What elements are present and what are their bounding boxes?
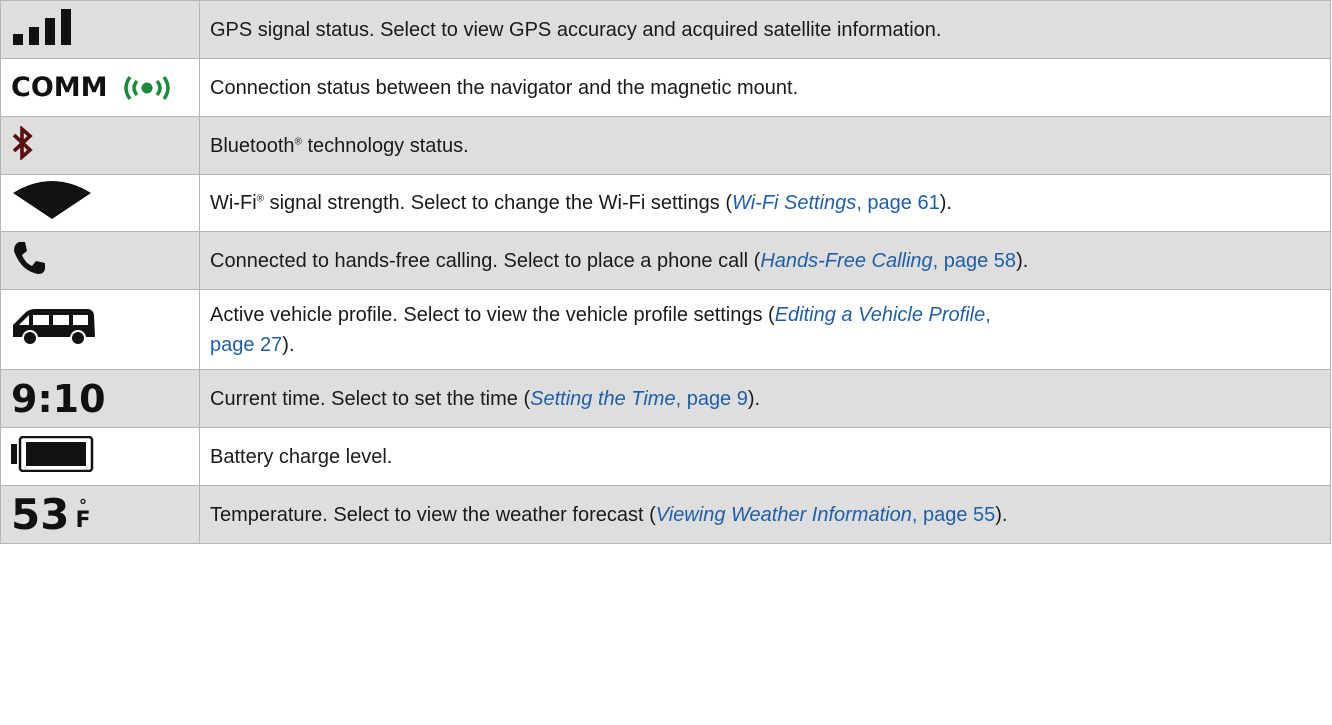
time-display: 9:10 bbox=[11, 376, 106, 421]
text-segment: Active vehicle profile. Select to view t… bbox=[210, 303, 775, 326]
link-title: Hands-Free Calling bbox=[760, 249, 933, 272]
cross-reference-link[interactable]: Setting the Time, page 9 bbox=[530, 388, 748, 410]
text-segment: Connected to hands-free calling. Select … bbox=[210, 249, 761, 272]
text-segment: Bluetooth bbox=[210, 134, 295, 157]
description-cell: Wi-Fi® signal strength. Select to change… bbox=[200, 175, 1331, 231]
link-title: Viewing Weather Information bbox=[655, 503, 912, 526]
icon-cell bbox=[0, 428, 200, 485]
table-row: 53 ° F Temperature. Select to view the w… bbox=[0, 486, 1331, 544]
table-row: Wi-Fi® signal strength. Select to change… bbox=[0, 175, 1331, 232]
text-segment: ). bbox=[282, 333, 295, 356]
link-title: Wi-Fi Settings bbox=[732, 192, 857, 214]
link-page: , page 58 bbox=[932, 249, 1017, 272]
cross-reference-link[interactable]: Wi-Fi Settings, page 61 bbox=[732, 192, 940, 214]
text-segment: Current time. Select to set the time ( bbox=[210, 387, 531, 410]
fahrenheit-symbol: F bbox=[75, 507, 91, 533]
registered-mark: ® bbox=[294, 135, 302, 147]
icon-cell bbox=[0, 1, 200, 58]
cross-reference-link[interactable]: Editing a Vehicle Profile, bbox=[775, 304, 991, 326]
cross-reference-link[interactable]: page 27 bbox=[210, 334, 282, 356]
status-icon-table: GPS signal status. Select to view GPS ac… bbox=[0, 0, 1331, 544]
text-segment: ). bbox=[1016, 249, 1029, 272]
registered-mark: ® bbox=[256, 193, 265, 205]
description-cell: GPS signal status. Select to view GPS ac… bbox=[200, 1, 1331, 58]
table-row: Bluetooth® technology status. bbox=[0, 117, 1331, 175]
link-page: , bbox=[985, 303, 991, 326]
link-page: , page 61 bbox=[856, 192, 940, 214]
bluetooth-icon bbox=[11, 125, 35, 165]
battery-icon bbox=[11, 435, 95, 477]
description-cell: Connection status between the navigator … bbox=[200, 59, 1331, 116]
description-cell: Connected to hands-free calling. Select … bbox=[200, 232, 1331, 289]
text-segment: Temperature. Select to view the weather … bbox=[210, 503, 656, 526]
table-row: GPS signal status. Select to view GPS ac… bbox=[0, 1, 1331, 59]
icon-cell bbox=[0, 232, 200, 289]
table-row: Active vehicle profile. Select to view t… bbox=[0, 290, 1331, 370]
row-description: Connection status between the navigator … bbox=[210, 73, 798, 103]
link-title: Editing a Vehicle Profile bbox=[774, 303, 986, 326]
link-title: Setting the Time bbox=[530, 387, 676, 410]
temperature-value: 53 bbox=[11, 490, 70, 539]
comm-label: COMM bbox=[11, 72, 108, 103]
text-segment: signal strength. Select to change the Wi… bbox=[264, 192, 733, 214]
row-description: Wi-Fi® signal strength. Select to change… bbox=[210, 188, 952, 218]
description-cell: Bluetooth® technology status. bbox=[200, 117, 1331, 174]
row-description: Active vehicle profile. Select to view t… bbox=[210, 300, 991, 360]
text-segment: technology status. bbox=[301, 134, 469, 157]
wifi-icon bbox=[11, 180, 93, 226]
description-cell: Active vehicle profile. Select to view t… bbox=[200, 290, 1331, 369]
icon-cell: 53 ° F bbox=[0, 486, 200, 543]
row-description: Battery charge level. bbox=[210, 442, 392, 472]
text-segment: GPS signal status. Select to view GPS ac… bbox=[210, 18, 942, 41]
temperature-display: 53 ° F bbox=[11, 490, 90, 539]
connection-waves-icon bbox=[123, 75, 170, 100]
table-row: 9:10 Current time. Select to set the tim… bbox=[0, 370, 1331, 428]
icon-cell bbox=[0, 290, 200, 369]
link-page: , page 55 bbox=[911, 503, 996, 526]
row-description: GPS signal status. Select to view GPS ac… bbox=[210, 15, 941, 45]
text-segment: ). bbox=[995, 503, 1008, 526]
cross-reference-link[interactable]: Viewing Weather Information, page 55 bbox=[656, 504, 996, 526]
description-cell: Current time. Select to set the time (Se… bbox=[200, 370, 1331, 427]
icon-cell: COMM bbox=[0, 59, 200, 116]
row-description: Current time. Select to set the time (Se… bbox=[210, 384, 760, 414]
cross-reference-link[interactable]: Hands-Free Calling, page 58 bbox=[760, 250, 1016, 272]
text-segment: Connection status between the navigator … bbox=[210, 76, 799, 99]
temperature-unit: ° F bbox=[75, 497, 91, 533]
text-segment: ). bbox=[939, 192, 952, 214]
vehicle-icon bbox=[11, 307, 97, 352]
row-description: Temperature. Select to view the weather … bbox=[210, 500, 1007, 530]
table-row: COMM Connection status between the navig… bbox=[0, 59, 1331, 117]
link-page: page 27 bbox=[210, 333, 283, 356]
icon-cell bbox=[0, 175, 200, 231]
table-row: Battery charge level. bbox=[0, 428, 1331, 486]
icon-cell bbox=[0, 117, 200, 174]
phone-icon bbox=[11, 240, 47, 281]
comm-status-icon: COMM bbox=[11, 72, 176, 103]
row-description: Connected to hands-free calling. Select … bbox=[210, 246, 1028, 276]
table-row: Connected to hands-free calling. Select … bbox=[0, 232, 1331, 290]
link-page: , page 9 bbox=[675, 387, 748, 410]
description-cell: Battery charge level. bbox=[200, 428, 1331, 485]
text-segment: Battery charge level. bbox=[210, 445, 393, 468]
description-cell: Temperature. Select to view the weather … bbox=[200, 486, 1331, 543]
text-segment: ). bbox=[747, 387, 761, 410]
row-description: Bluetooth® technology status. bbox=[210, 131, 469, 161]
signal-bars-icon bbox=[11, 9, 91, 50]
icon-cell: 9:10 bbox=[0, 370, 200, 427]
text-segment: Wi-Fi bbox=[210, 192, 257, 214]
